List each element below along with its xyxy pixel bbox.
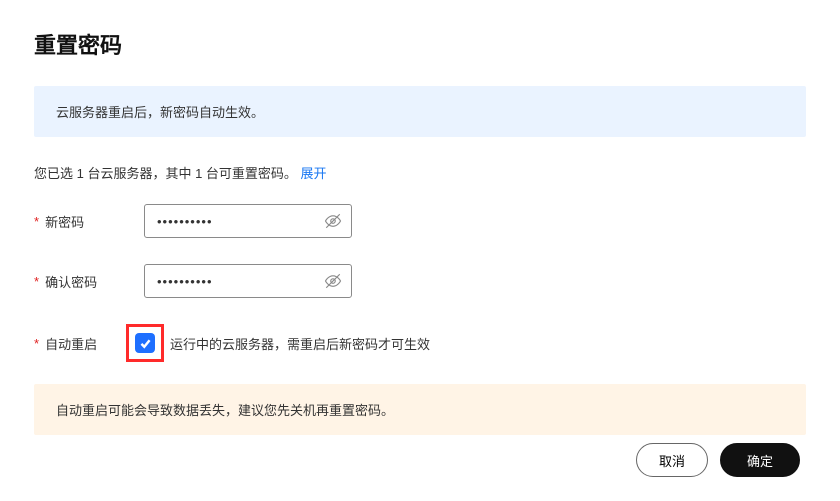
auto-restart-label-text: 自动重启 xyxy=(45,334,97,353)
selection-text: 您已选 1 台云服务器，其中 1 台可重置密码。 xyxy=(34,166,297,181)
new-password-input[interactable] xyxy=(144,204,352,238)
reset-password-modal: 重置密码 云服务器重启后，新密码自动生效。 您已选 1 台云服务器，其中 1 台… xyxy=(0,0,840,501)
info-banner: 云服务器重启后，新密码自动生效。 xyxy=(34,86,806,137)
new-password-label-text: 新密码 xyxy=(45,212,84,231)
confirm-password-label-text: 确认密码 xyxy=(45,272,97,291)
expand-link[interactable]: 展开 xyxy=(301,166,327,181)
eye-off-icon[interactable] xyxy=(324,212,342,230)
confirm-password-row: * 确认密码 xyxy=(34,264,806,298)
warning-banner: 自动重启可能会导致数据丢失，建议您先关机再重置密码。 xyxy=(34,384,806,435)
required-star-icon: * xyxy=(34,274,39,289)
new-password-input-wrap xyxy=(144,204,352,238)
new-password-label: * 新密码 xyxy=(34,212,144,231)
selection-summary: 您已选 1 台云服务器，其中 1 台可重置密码。 展开 xyxy=(34,163,806,182)
required-star-icon: * xyxy=(34,336,39,351)
auto-restart-hint: 运行中的云服务器，需重启后新密码才可生效 xyxy=(170,334,430,353)
new-password-row: * 新密码 xyxy=(34,204,806,238)
cancel-button[interactable]: 取消 xyxy=(636,443,708,477)
modal-footer: 取消 确定 xyxy=(636,443,800,477)
confirm-password-input-wrap xyxy=(144,264,352,298)
highlight-box xyxy=(126,324,164,362)
required-star-icon: * xyxy=(34,214,39,229)
eye-off-icon[interactable] xyxy=(324,272,342,290)
modal-title: 重置密码 xyxy=(34,28,806,60)
confirm-button[interactable]: 确定 xyxy=(720,443,800,477)
confirm-password-label: * 确认密码 xyxy=(34,272,144,291)
auto-restart-label: * 自动重启 xyxy=(34,334,130,353)
auto-restart-checkbox[interactable] xyxy=(135,333,155,353)
confirm-password-input[interactable] xyxy=(144,264,352,298)
auto-restart-row: * 自动重启 运行中的云服务器，需重启后新密码才可生效 xyxy=(34,324,806,362)
